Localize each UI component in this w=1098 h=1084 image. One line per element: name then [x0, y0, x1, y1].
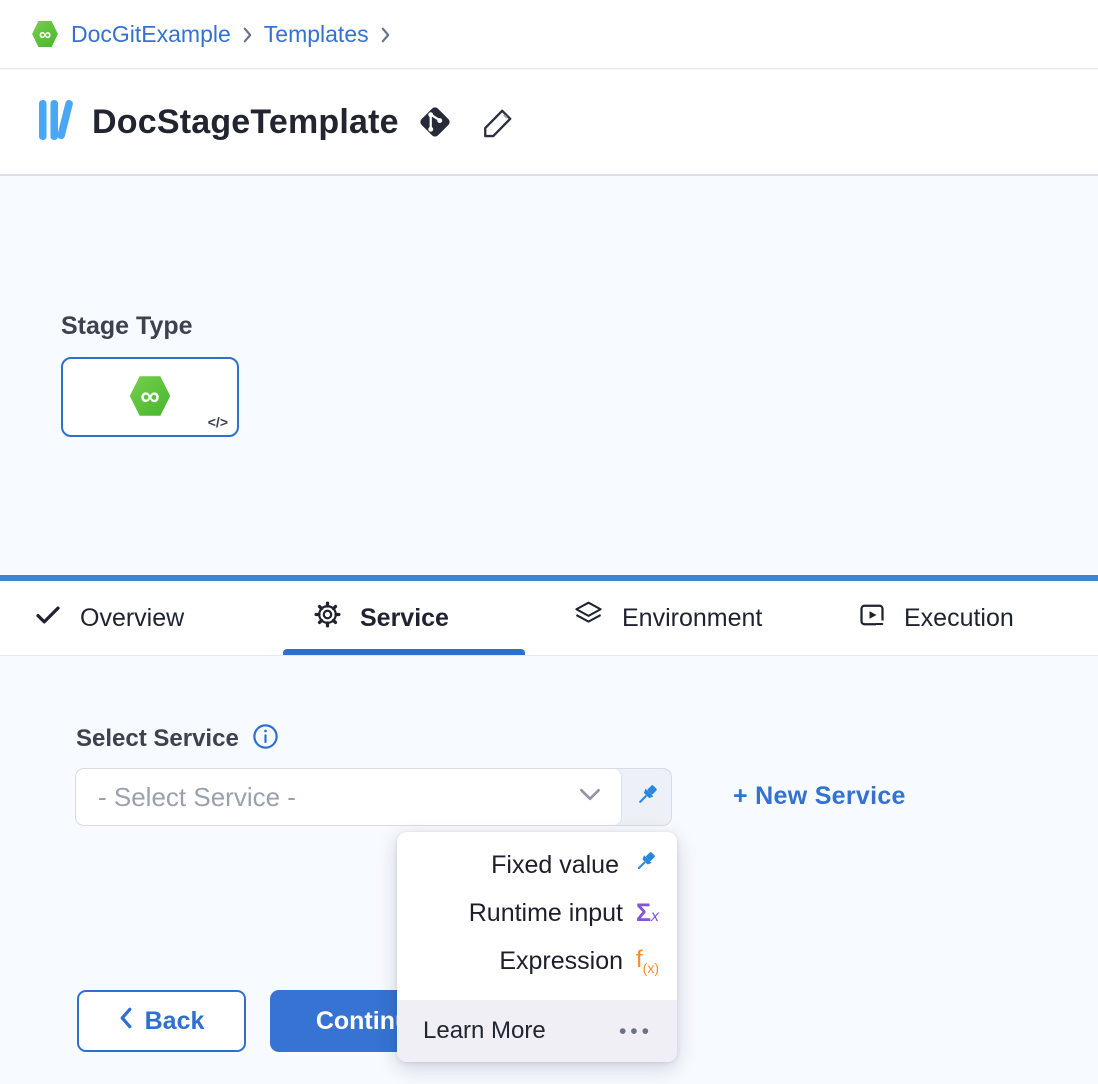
menu-item-fixed-value[interactable]: Fixed value: [397, 841, 677, 889]
menu-item-label: Runtime input: [469, 899, 623, 928]
layers-icon: [572, 598, 605, 638]
tab-overview[interactable]: Overview: [33, 581, 184, 655]
select-service-label: Select Service: [76, 725, 239, 753]
chevron-down-icon: [579, 788, 601, 806]
value-type-pin-button[interactable]: [622, 769, 671, 825]
select-placeholder: - Select Service -: [98, 782, 296, 813]
pin-icon: [632, 848, 659, 882]
tab-label: Overview: [80, 604, 184, 633]
ellipsis-icon: •••: [619, 1021, 653, 1042]
infinity-glyph: ∞: [39, 26, 51, 43]
gear-icon: [312, 599, 343, 637]
tab-bar: Overview Service: [0, 575, 1098, 656]
menu-item-runtime-input[interactable]: Runtime input Σx: [397, 889, 677, 937]
chevron-left-icon: [119, 1007, 132, 1036]
infinity-glyph: ∞: [140, 383, 159, 410]
play-square-icon: [857, 600, 887, 637]
breadcrumb: ∞ DocGitExample Templates: [0, 0, 1098, 69]
menu-item-expression[interactable]: Expression f(x): [397, 937, 677, 985]
info-icon[interactable]: [251, 722, 280, 756]
chevron-right-icon: [242, 26, 253, 44]
menu-item-label: Fixed value: [491, 851, 619, 880]
learn-more-label: Learn More: [423, 1017, 546, 1045]
value-type-menu: Fixed value Runtime input Σx Expressi: [397, 832, 677, 1062]
title-bar: DocStageTemplate: [0, 70, 1098, 176]
page-title: DocStageTemplate: [92, 103, 399, 142]
template-studio-page: ∞ DocGitExample Templates DocStageTempla…: [0, 0, 1098, 1084]
edit-pencil-icon[interactable]: [480, 104, 517, 141]
active-tab-underline: [283, 649, 525, 655]
new-service-link[interactable]: + New Service: [733, 782, 906, 811]
tab-execution[interactable]: Execution: [857, 581, 1014, 655]
breadcrumb-templates-link[interactable]: Templates: [264, 21, 369, 48]
code-glyph: </>: [208, 414, 228, 430]
service-select-input[interactable]: - Select Service -: [76, 769, 622, 825]
select-service-label-row: Select Service: [76, 722, 280, 756]
stage-type-card[interactable]: ∞ </>: [61, 357, 239, 437]
chevron-right-icon: [380, 26, 391, 44]
git-sync-icon: [416, 103, 454, 141]
back-button-label: Back: [145, 1007, 205, 1036]
menu-item-learn-more[interactable]: Learn More •••: [397, 1000, 677, 1062]
check-icon: [33, 600, 63, 637]
deploy-stage-icon: ∞: [127, 374, 174, 418]
stage-type-label: Stage Type: [61, 312, 193, 341]
project-logo-icon: ∞: [30, 20, 60, 49]
template-library-icon: [36, 96, 78, 149]
tab-label: Environment: [622, 604, 762, 633]
value-type-menu-items: Fixed value Runtime input Σx Expressi: [397, 832, 677, 985]
service-select-group: - Select Service -: [75, 768, 672, 826]
breadcrumb-project-link[interactable]: DocGitExample: [71, 21, 231, 48]
tab-label: Execution: [904, 604, 1014, 633]
back-button[interactable]: Back: [77, 990, 246, 1052]
tab-environment[interactable]: Environment: [572, 581, 762, 655]
tab-label: Service: [360, 604, 449, 633]
menu-item-label: Expression: [499, 947, 623, 976]
tab-service[interactable]: Service: [312, 581, 449, 655]
fx-icon: f(x): [636, 948, 659, 975]
sigma-x-icon: Σx: [636, 901, 659, 926]
pin-icon: [633, 781, 661, 814]
